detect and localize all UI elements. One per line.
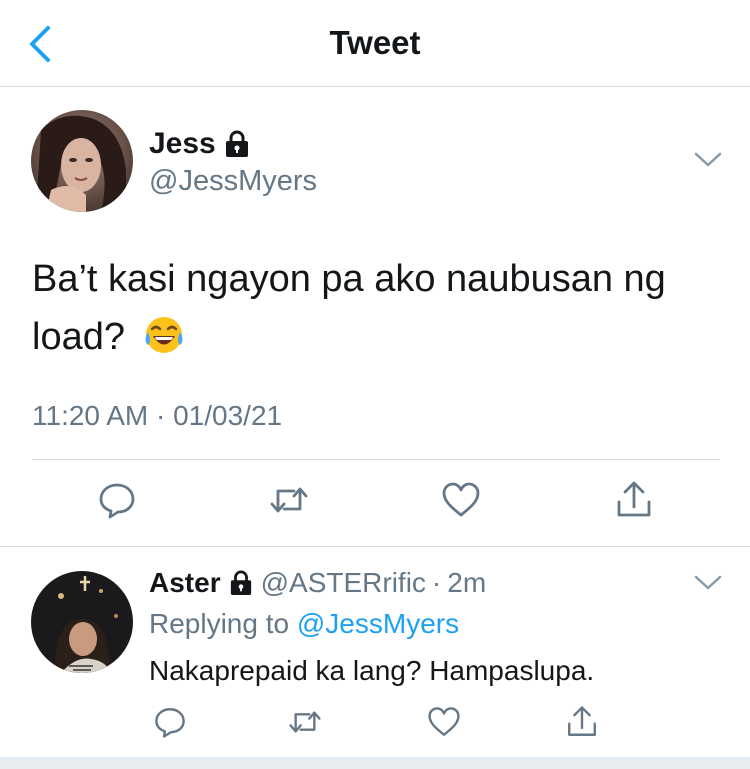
bottom-separator	[0, 757, 750, 769]
reply-button[interactable]	[97, 480, 137, 520]
author-name[interactable]: Jess	[149, 127, 250, 161]
author-handle[interactable]: @JessMyers	[149, 165, 317, 198]
comment-icon	[99, 483, 135, 519]
share-icon	[617, 481, 651, 517]
share-button[interactable]	[565, 705, 599, 739]
reply-time: 2m	[447, 567, 487, 598]
avatar-image	[31, 571, 133, 673]
replying-to: Replying to @JessMyers	[149, 608, 459, 640]
main-tweet: Jess @JessMyers Ba’t kasi ngayon pa ako …	[0, 87, 750, 547]
tweet-actions	[0, 480, 750, 524]
reply-button[interactable]	[153, 705, 187, 739]
avatar[interactable]	[31, 571, 133, 673]
replying-prefix: Replying to	[149, 608, 290, 639]
share-icon	[568, 706, 596, 736]
reply-header: Aster @ASTERrific · 2m	[149, 567, 486, 599]
reply-author-name[interactable]: Aster	[149, 567, 221, 599]
divider	[32, 459, 720, 460]
heart-icon	[442, 482, 480, 517]
avatar-image	[31, 110, 133, 212]
lock-icon	[225, 130, 248, 157]
reply-text: Nakaprepaid ka lang? Hampaslupa.	[149, 655, 595, 686]
retweet-icon	[289, 711, 321, 733]
tweet-body: Ba’t kasi ngayon pa ako naubusan ng load…	[32, 258, 666, 358]
avatar[interactable]	[31, 110, 133, 212]
page-title: Tweet	[329, 24, 421, 61]
like-button[interactable]	[427, 705, 461, 739]
reply-actions	[0, 705, 750, 745]
separator-dot: ·	[431, 567, 442, 598]
share-button[interactable]	[614, 480, 654, 520]
tweet-options-button[interactable]	[693, 150, 723, 170]
tweet-timestamp: 11:20 AM · 01/03/21	[32, 400, 283, 431]
heart-icon	[428, 707, 460, 736]
retweet-button[interactable]	[288, 705, 322, 739]
chevron-down-icon	[694, 575, 722, 590]
replying-to-link[interactable]: @JessMyers	[297, 608, 459, 639]
navigation-bar: Tweet	[0, 0, 750, 87]
comment-icon	[155, 708, 185, 738]
face-with-tears-of-joy-icon	[145, 317, 183, 353]
retweet-button[interactable]	[269, 480, 309, 520]
retweet-icon	[270, 487, 308, 513]
reply-tweet[interactable]: Aster @ASTERrific · 2m Replying to @Jess…	[0, 547, 750, 757]
tweet-text: Ba’t kasi ngayon pa ako naubusan ng load…	[32, 250, 682, 366]
author-name-text: Jess	[149, 127, 216, 160]
lock-icon	[229, 570, 253, 596]
reply-author-handle[interactable]: @ASTERrific	[261, 567, 426, 599]
reply-options-button[interactable]	[693, 573, 723, 593]
like-button[interactable]	[441, 480, 481, 520]
chevron-down-icon	[694, 152, 722, 167]
